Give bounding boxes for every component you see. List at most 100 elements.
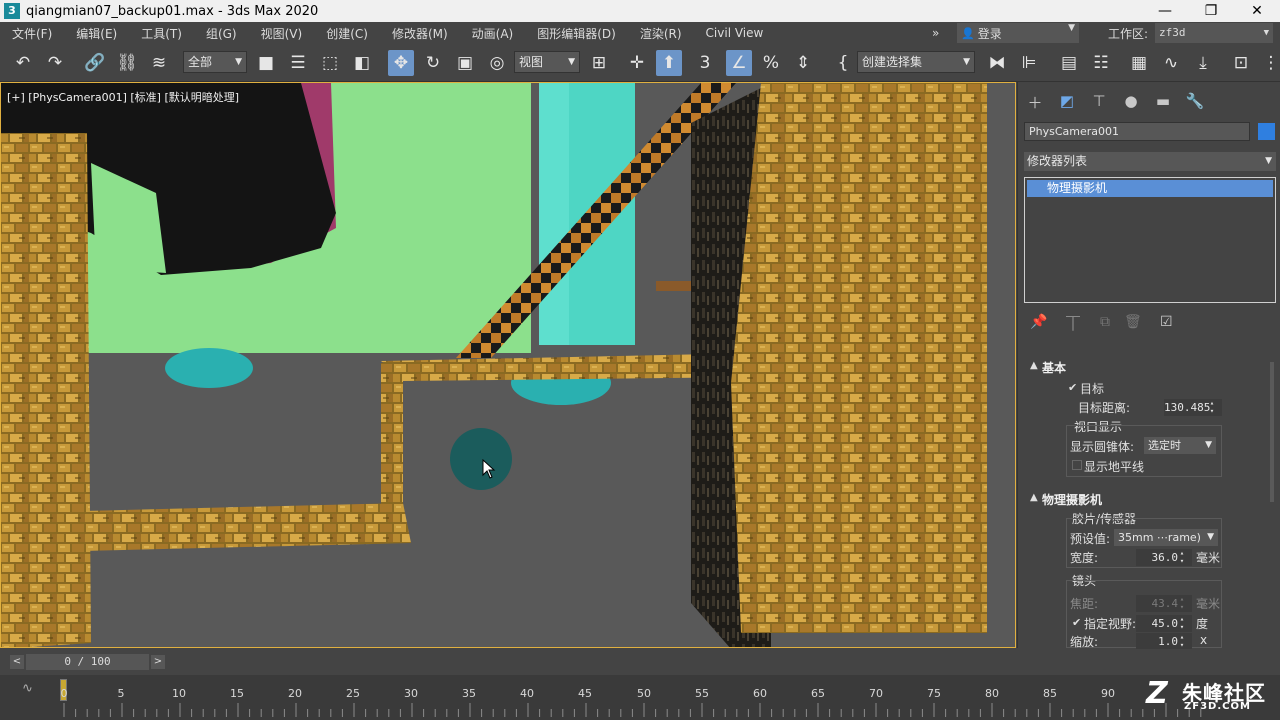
pivot-center-icon[interactable]: ⊞ (586, 50, 612, 76)
menu-edit[interactable]: 编辑(E) (64, 25, 129, 42)
workspace-select[interactable]: zf3d ▼ (1155, 23, 1273, 43)
close-button[interactable]: ✕ (1234, 0, 1280, 22)
rollout-basic-title[interactable]: 基本 (1042, 359, 1066, 376)
display-tab-icon[interactable]: ▬ (1152, 92, 1174, 112)
align-icon[interactable]: ⊫ (1016, 50, 1042, 76)
time-next-button[interactable]: > (151, 655, 165, 669)
menu-rendering[interactable]: 渲染(R) (628, 25, 694, 42)
scale-icon[interactable]: ▣ (452, 50, 478, 76)
panel-scrollbar[interactable] (1270, 362, 1274, 502)
show-cone-dropdown[interactable]: 选定时 ▼ (1144, 437, 1216, 454)
rotate-icon[interactable]: ↻ (420, 50, 446, 76)
named-selection-dropdown[interactable]: 创建选择集 ▼ (857, 51, 975, 73)
keyboard-shortcut-override-icon[interactable]: ⬆ (656, 50, 682, 76)
preset-dropdown[interactable]: 35mm ⋯rame) ▼ (1114, 529, 1218, 546)
chevron-down-icon: ▼ (1205, 440, 1212, 450)
reference-coord-value: 视图 (519, 55, 544, 69)
make-unique-icon[interactable]: ⧉ (1100, 314, 1110, 330)
move-icon[interactable]: ✥ (388, 50, 414, 76)
fov-spinner[interactable]: 45.0 (1136, 615, 1192, 632)
motion-tab-icon[interactable]: ● (1120, 92, 1142, 112)
menu-views[interactable]: 视图(V) (249, 25, 315, 42)
time-prev-button[interactable]: < (10, 655, 24, 669)
select-manipulate-icon[interactable]: ✛ (624, 50, 650, 76)
show-end-result-icon[interactable]: ⏉ (1066, 314, 1080, 334)
chevron-down-icon: ▼ (568, 57, 575, 67)
perspective-viewport[interactable]: [+] [PhysCamera001] [标准] [默认明暗处理] (0, 82, 1016, 648)
edit-named-selection-icon[interactable]: { (830, 50, 856, 76)
object-name-field[interactable]: PhysCamera001 (1024, 122, 1250, 141)
link-icon[interactable]: 🔗 (82, 50, 108, 76)
toolbar-overflow-icon[interactable]: ⋮ (1258, 50, 1280, 76)
focal-length-spinner[interactable]: 43.4 (1136, 595, 1192, 612)
fov-checkbox[interactable]: ✔ (1072, 616, 1081, 629)
utilities-tab-icon[interactable]: 🔧 (1184, 92, 1206, 112)
target-checkbox[interactable]: ✔ (1068, 381, 1077, 394)
scene-explorer-icon[interactable]: ▤ (1056, 50, 1082, 76)
menu-bar: 文件(F) 编辑(E) 工具(T) 组(G) 视图(V) 创建(C) 修改器(M… (0, 22, 1280, 44)
rollout-physcam-title[interactable]: 物理摄影机 (1042, 491, 1102, 508)
curve-editor-mini-icon[interactable]: ∿ (22, 681, 33, 696)
create-tab-icon[interactable]: ＋ (1024, 92, 1046, 112)
configure-sets-icon[interactable]: ☑ (1160, 314, 1173, 330)
window-crossing-icon[interactable]: ◧ (349, 50, 375, 76)
selection-filter-dropdown[interactable]: 全部 ▼ (183, 51, 247, 73)
layer-explorer-icon[interactable]: ☷ (1088, 50, 1114, 76)
menu-graph-editors[interactable]: 图形编辑器(D) (525, 25, 628, 42)
zoom-label: 缩放: (1070, 635, 1099, 649)
reference-coord-dropdown[interactable]: 视图 ▼ (514, 51, 580, 73)
time-slider-thumb[interactable]: 0 / 100 (26, 654, 149, 670)
menu-file[interactable]: 文件(F) (0, 25, 64, 42)
modify-tab-icon[interactable]: ◩ (1056, 92, 1078, 112)
zoom-spinner[interactable]: 1.0 (1136, 633, 1192, 650)
schematic-view-icon[interactable]: ⤓ (1190, 50, 1216, 76)
modifier-list-dropdown[interactable]: 修改器列表 ▼ (1024, 152, 1276, 171)
viewport-label[interactable]: [+] [PhysCamera001] [标准] [默认明暗处理] (7, 89, 239, 105)
mirror-icon[interactable]: ⧓ (984, 50, 1010, 76)
ribbon-icon[interactable]: ▦ (1126, 50, 1152, 76)
show-horizon-checkbox[interactable] (1072, 460, 1082, 470)
stack-item-physical-camera[interactable]: 物理摄影机 (1027, 180, 1273, 197)
angle-snap-icon[interactable]: ∠ (726, 50, 752, 76)
track-bar[interactable]: ∿ 0 5 10 15 20 25 30 35 40 45 50 55 60 6… (0, 675, 1280, 720)
redo-icon[interactable]: ↷ (42, 50, 68, 76)
material-editor-icon[interactable]: ⊡ (1228, 50, 1254, 76)
rollout-toggle-icon[interactable]: ▲ (1030, 360, 1038, 371)
login-dropdown[interactable]: 👤 登录 ▼ (957, 23, 1079, 43)
hierarchy-tab-icon[interactable]: ⊤ (1088, 92, 1110, 112)
width-spinner[interactable]: 36.0 (1136, 549, 1192, 566)
menu-modifiers[interactable]: 修改器(M) (380, 25, 460, 42)
select-object-icon[interactable]: ■ (253, 50, 279, 76)
remove-modifier-icon[interactable]: 🗑 (1124, 314, 1142, 330)
percent-snap-icon[interactable]: % (758, 50, 784, 76)
tick-label: 35 (462, 687, 476, 700)
curve-editor-icon[interactable]: ∿ (1158, 50, 1184, 76)
tick-label: 20 (288, 687, 302, 700)
selection-filter-value: 全部 (188, 55, 213, 69)
fov-label: 指定视野: (1084, 617, 1137, 631)
select-by-name-icon[interactable]: ☰ (285, 50, 311, 76)
undo-icon[interactable]: ↶ (10, 50, 36, 76)
login-label: 登录 (977, 26, 1002, 41)
menu-animation[interactable]: 动画(A) (460, 25, 526, 42)
minimize-button[interactable]: — (1142, 0, 1188, 22)
time-slider: < 0 / 100 > (0, 649, 1280, 675)
menu-overflow-icon[interactable]: » (920, 26, 951, 40)
unlink-icon[interactable]: ⛓ (114, 50, 140, 76)
target-distance-spinner[interactable]: 130.485 (1164, 399, 1222, 416)
menu-group[interactable]: 组(G) (194, 25, 249, 42)
object-color-swatch[interactable] (1258, 123, 1275, 140)
tick-label: 60 (753, 687, 767, 700)
menu-civil-view[interactable]: Civil View (694, 26, 776, 40)
snaps-toggle-icon[interactable]: 3 (692, 50, 718, 76)
spinner-snap-icon[interactable]: ⇕ (790, 50, 816, 76)
menu-tools[interactable]: 工具(T) (129, 25, 194, 42)
menu-create[interactable]: 创建(C) (314, 25, 380, 42)
pin-stack-icon[interactable]: 📌 (1030, 314, 1047, 330)
bind-space-warp-icon[interactable]: ≋ (146, 50, 172, 76)
rollout-toggle-icon[interactable]: ▲ (1030, 492, 1038, 503)
rect-selection-region-icon[interactable]: ⬚ (317, 50, 343, 76)
placement-icon[interactable]: ◎ (484, 50, 510, 76)
maximize-button[interactable]: ❐ (1188, 0, 1234, 22)
width-unit: 毫米 (1196, 551, 1221, 565)
